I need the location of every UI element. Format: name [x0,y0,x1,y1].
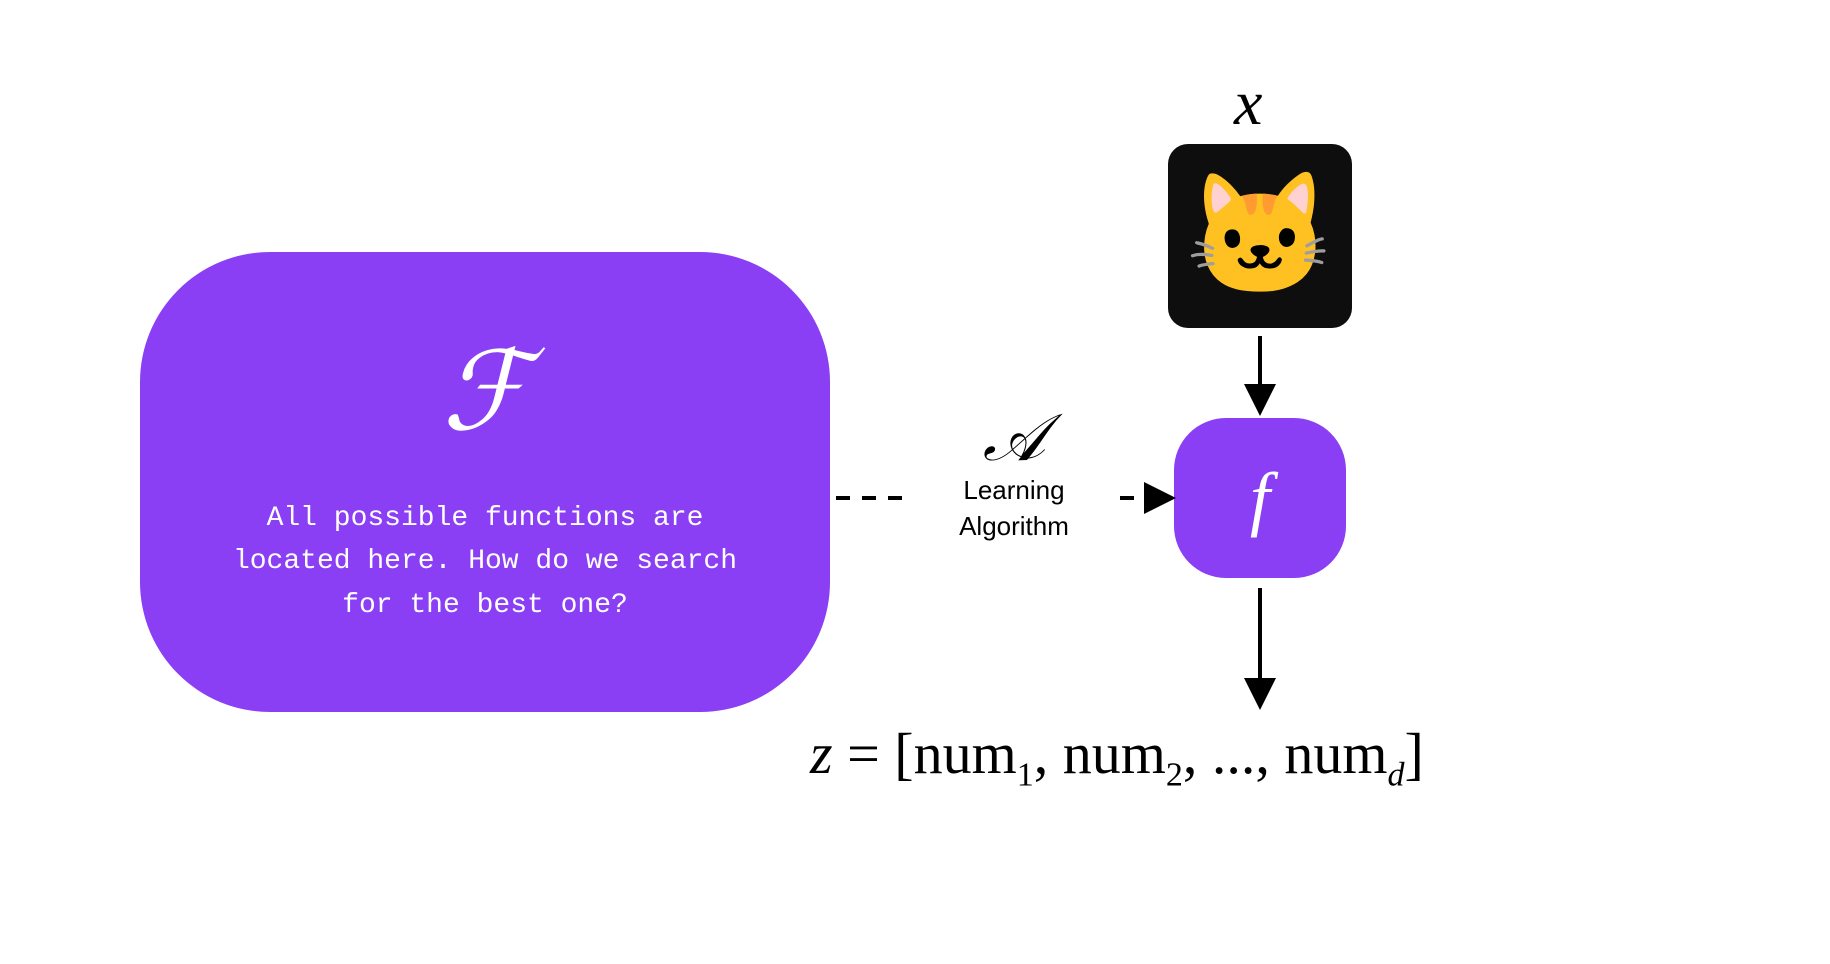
learning-algorithm-text2: Algorithm [912,510,1116,544]
output-close: ] [1405,721,1424,786]
cat-icon: 🐱 [1185,176,1334,296]
input-symbol: x [1234,66,1262,140]
learning-algorithm-symbol: 𝒜 [912,406,1116,472]
output-term2-sub: 2 [1166,757,1183,794]
hypothesis-space-blob: ℱ All possible functions are located her… [140,252,830,712]
output-termd-sub: d [1388,757,1405,794]
output-ellipsis: , ..., [1183,721,1285,786]
output-open: [ [894,721,913,786]
hypothesis-space-symbol: ℱ [442,337,528,447]
diagram-canvas: ℱ All possible functions are located her… [0,0,1830,964]
learning-algorithm-label: 𝒜 Learning Algorithm [912,406,1116,544]
output-term1-base: num [914,721,1017,786]
input-image-tile: 🐱 [1168,144,1352,328]
learning-algorithm-text1: Learning [912,474,1116,508]
output-term2-base: num [1063,721,1166,786]
hypothesis-space-description: All possible functions are located here.… [205,497,765,627]
output-lhs: z [810,721,833,786]
output-termd-base: num [1284,721,1387,786]
output-term1-sub: 1 [1017,757,1034,794]
learned-function-blob: f [1174,418,1346,578]
output-sep1: , [1034,721,1063,786]
output-equation: z = [num1, num2, ..., numd] [810,720,1424,795]
output-eq: = [833,721,895,786]
learned-function-symbol: f [1250,457,1270,540]
